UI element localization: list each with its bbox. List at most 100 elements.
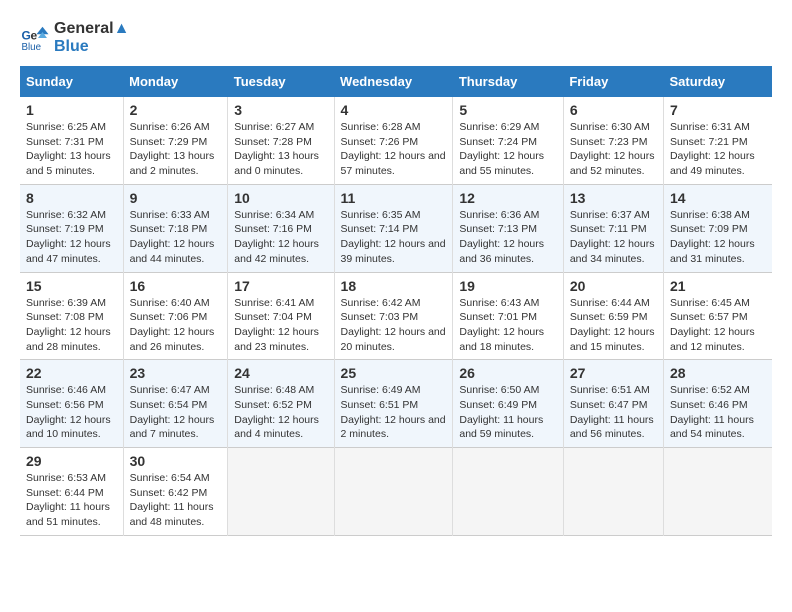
day-number: 3 xyxy=(234,102,327,118)
header: G e Blue General▲ Blue xyxy=(20,20,772,56)
col-wednesday: Wednesday xyxy=(334,66,453,97)
day-info: Sunrise: 6:43 AMSunset: 7:01 PMDaylight:… xyxy=(459,296,556,355)
calendar-cell: 5 Sunrise: 6:29 AMSunset: 7:24 PMDaylight… xyxy=(453,97,563,184)
day-info: Sunrise: 6:52 AMSunset: 6:46 PMDaylight:… xyxy=(670,383,766,442)
col-thursday: Thursday xyxy=(453,66,563,97)
svg-text:e: e xyxy=(31,29,38,43)
calendar-cell: 17 Sunrise: 6:41 AMSunset: 7:04 PMDayligh… xyxy=(228,272,334,360)
calendar-cell: 9 Sunrise: 6:33 AMSunset: 7:18 PMDaylight… xyxy=(123,184,228,272)
calendar-cell: 3 Sunrise: 6:27 AMSunset: 7:28 PMDaylight… xyxy=(228,97,334,184)
day-number: 18 xyxy=(341,278,447,294)
calendar-cell: 10 Sunrise: 6:34 AMSunset: 7:16 PMDayligh… xyxy=(228,184,334,272)
day-info: Sunrise: 6:42 AMSunset: 7:03 PMDaylight:… xyxy=(341,296,447,355)
day-info: Sunrise: 6:50 AMSunset: 6:49 PMDaylight:… xyxy=(459,383,556,442)
calendar-cell xyxy=(663,448,772,536)
calendar-cell: 12 Sunrise: 6:36 AMSunset: 7:13 PMDayligh… xyxy=(453,184,563,272)
calendar-table: Sunday Monday Tuesday Wednesday Thursday… xyxy=(20,66,772,536)
col-tuesday: Tuesday xyxy=(228,66,334,97)
calendar-cell: 7 Sunrise: 6:31 AMSunset: 7:21 PMDaylight… xyxy=(663,97,772,184)
day-number: 19 xyxy=(459,278,556,294)
day-info: Sunrise: 6:33 AMSunset: 7:18 PMDaylight:… xyxy=(130,208,222,267)
day-number: 25 xyxy=(341,365,447,381)
day-number: 23 xyxy=(130,365,222,381)
calendar-cell: 18 Sunrise: 6:42 AMSunset: 7:03 PMDayligh… xyxy=(334,272,453,360)
day-number: 6 xyxy=(570,102,657,118)
day-number: 16 xyxy=(130,278,222,294)
col-sunday: Sunday xyxy=(20,66,123,97)
calendar-cell: 11Sunrise: 6:35 AMSunset: 7:14 PMDayligh… xyxy=(334,184,453,272)
calendar-cell: 22 Sunrise: 6:46 AMSunset: 6:56 PMDayligh… xyxy=(20,360,123,448)
calendar-row: 15Sunrise: 6:39 AMSunset: 7:08 PMDayligh… xyxy=(20,272,772,360)
day-number: 2 xyxy=(130,102,222,118)
day-info: Sunrise: 6:44 AMSunset: 6:59 PMDaylight:… xyxy=(570,296,657,355)
day-number: 20 xyxy=(570,278,657,294)
calendar-cell: 20 Sunrise: 6:44 AMSunset: 6:59 PMDayligh… xyxy=(563,272,663,360)
day-info: Sunrise: 6:28 AMSunset: 7:26 PMDaylight:… xyxy=(341,120,447,179)
day-info: Sunrise: 6:30 AMSunset: 7:23 PMDaylight:… xyxy=(570,120,657,179)
day-info: Sunrise: 6:27 AMSunset: 7:28 PMDaylight:… xyxy=(234,120,327,179)
col-friday: Friday xyxy=(563,66,663,97)
day-info: Sunrise: 6:51 AMSunset: 6:47 PMDaylight:… xyxy=(570,383,657,442)
calendar-cell: 8 Sunrise: 6:32 AMSunset: 7:19 PMDaylight… xyxy=(20,184,123,272)
day-info: Sunrise: 6:45 AMSunset: 6:57 PMDaylight:… xyxy=(670,296,766,355)
calendar-cell: 21 Sunrise: 6:45 AMSunset: 6:57 PMDayligh… xyxy=(663,272,772,360)
calendar-cell xyxy=(334,448,453,536)
day-number: 29 xyxy=(26,453,117,469)
day-number: 10 xyxy=(234,190,327,206)
day-info: Sunrise: 6:39 AMSunset: 7:08 PMDaylight:… xyxy=(26,296,117,355)
day-number: 24 xyxy=(234,365,327,381)
calendar-cell xyxy=(228,448,334,536)
day-info: Sunrise: 6:40 AMSunset: 7:06 PMDaylight:… xyxy=(130,296,222,355)
col-saturday: Saturday xyxy=(663,66,772,97)
day-info: Sunrise: 6:36 AMSunset: 7:13 PMDaylight:… xyxy=(459,208,556,267)
day-number: 5 xyxy=(459,102,556,118)
day-info: Sunrise: 6:46 AMSunset: 6:56 PMDaylight:… xyxy=(26,383,117,442)
calendar-cell: 4 Sunrise: 6:28 AMSunset: 7:26 PMDaylight… xyxy=(334,97,453,184)
calendar-cell: 23Sunrise: 6:47 AMSunset: 6:54 PMDayligh… xyxy=(123,360,228,448)
logo-text: General▲ Blue xyxy=(54,20,129,56)
calendar-cell xyxy=(563,448,663,536)
calendar-cell: 15Sunrise: 6:39 AMSunset: 7:08 PMDayligh… xyxy=(20,272,123,360)
day-number: 12 xyxy=(459,190,556,206)
svg-text:Blue: Blue xyxy=(22,42,42,53)
calendar-cell: 1 Sunrise: 6:25 AMSunset: 7:31 PMDaylight… xyxy=(20,97,123,184)
day-info: Sunrise: 6:26 AMSunset: 7:29 PMDaylight:… xyxy=(130,120,222,179)
calendar-cell: 2 Sunrise: 6:26 AMSunset: 7:29 PMDaylight… xyxy=(123,97,228,184)
day-number: 17 xyxy=(234,278,327,294)
day-number: 28 xyxy=(670,365,766,381)
calendar-cell: 28 Sunrise: 6:52 AMSunset: 6:46 PMDayligh… xyxy=(663,360,772,448)
page-container: G e Blue General▲ Blue Sunday Monday Tue… xyxy=(20,20,772,536)
day-number: 26 xyxy=(459,365,556,381)
day-info: Sunrise: 6:31 AMSunset: 7:21 PMDaylight:… xyxy=(670,120,766,179)
day-info: Sunrise: 6:38 AMSunset: 7:09 PMDaylight:… xyxy=(670,208,766,267)
calendar-cell: 19 Sunrise: 6:43 AMSunset: 7:01 PMDayligh… xyxy=(453,272,563,360)
day-number: 27 xyxy=(570,365,657,381)
logo: G e Blue General▲ Blue xyxy=(20,20,129,56)
col-monday: Monday xyxy=(123,66,228,97)
day-info: Sunrise: 6:41 AMSunset: 7:04 PMDaylight:… xyxy=(234,296,327,355)
day-info: Sunrise: 6:49 AMSunset: 6:51 PMDaylight:… xyxy=(341,383,447,442)
day-info: Sunrise: 6:29 AMSunset: 7:24 PMDaylight:… xyxy=(459,120,556,179)
day-info: Sunrise: 6:48 AMSunset: 6:52 PMDaylight:… xyxy=(234,383,327,442)
calendar-cell: 16 Sunrise: 6:40 AMSunset: 7:06 PMDayligh… xyxy=(123,272,228,360)
day-info: Sunrise: 6:35 AMSunset: 7:14 PMDaylight:… xyxy=(341,208,447,267)
logo-icon: G e Blue xyxy=(20,23,50,53)
day-number: 21 xyxy=(670,278,766,294)
calendar-cell: 25 Sunrise: 6:49 AMSunset: 6:51 PMDayligh… xyxy=(334,360,453,448)
day-info: Sunrise: 6:25 AMSunset: 7:31 PMDaylight:… xyxy=(26,120,117,179)
day-number: 7 xyxy=(670,102,766,118)
day-number: 4 xyxy=(341,102,447,118)
day-number: 30 xyxy=(130,453,222,469)
calendar-row: 8 Sunrise: 6:32 AMSunset: 7:19 PMDaylight… xyxy=(20,184,772,272)
calendar-cell: 29 Sunrise: 6:53 AMSunset: 6:44 PMDayligh… xyxy=(20,448,123,536)
day-number: 22 xyxy=(26,365,117,381)
day-number: 8 xyxy=(26,190,117,206)
calendar-cell: 26 Sunrise: 6:50 AMSunset: 6:49 PMDayligh… xyxy=(453,360,563,448)
calendar-cell: 13Sunrise: 6:37 AMSunset: 7:11 PMDayligh… xyxy=(563,184,663,272)
day-number: 1 xyxy=(26,102,117,118)
svg-text:G: G xyxy=(22,29,31,43)
day-number: 9 xyxy=(130,190,222,206)
day-info: Sunrise: 6:34 AMSunset: 7:16 PMDaylight:… xyxy=(234,208,327,267)
day-info: Sunrise: 6:53 AMSunset: 6:44 PMDaylight:… xyxy=(26,471,117,530)
day-info: Sunrise: 6:32 AMSunset: 7:19 PMDaylight:… xyxy=(26,208,117,267)
